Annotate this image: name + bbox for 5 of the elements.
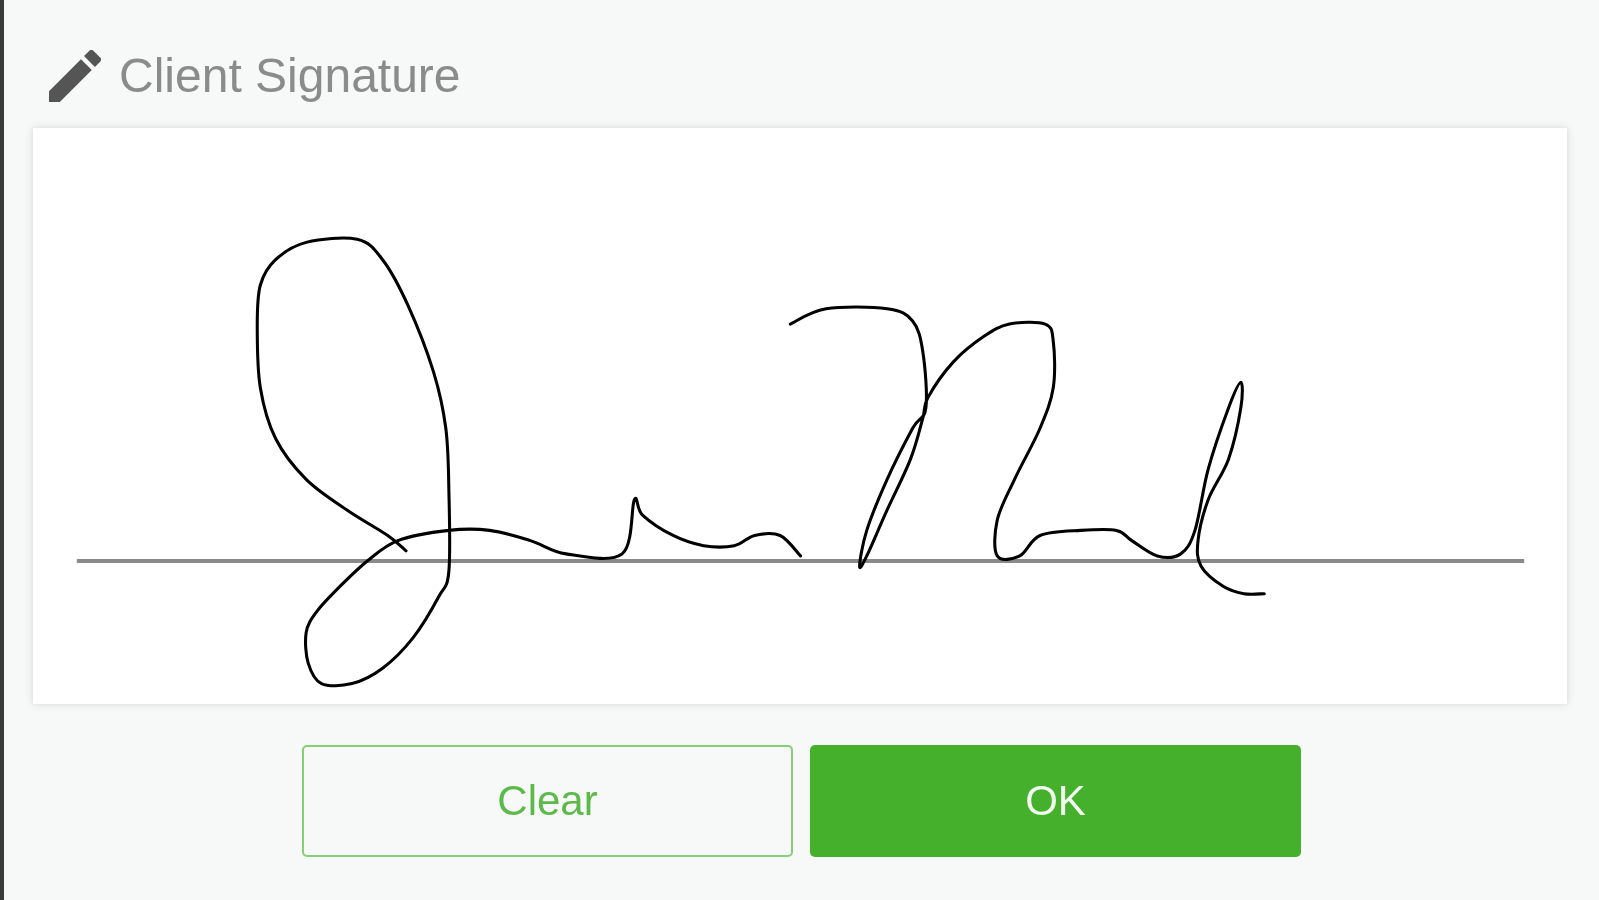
clear-button[interactable]: Clear (302, 745, 793, 857)
signature-title: Client Signature (119, 52, 461, 100)
signature-pad[interactable] (33, 128, 1567, 704)
pencil-icon (49, 50, 101, 102)
ok-button[interactable]: OK (810, 745, 1301, 857)
